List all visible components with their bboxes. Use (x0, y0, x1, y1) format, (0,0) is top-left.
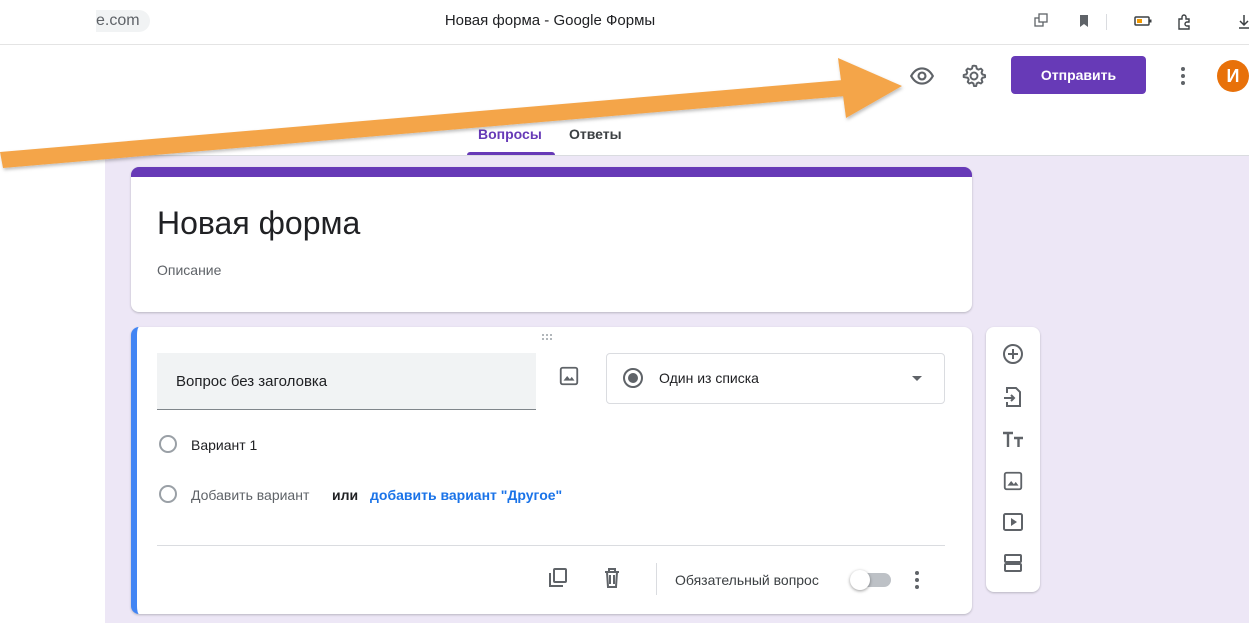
annotation-arrow (0, 58, 902, 168)
